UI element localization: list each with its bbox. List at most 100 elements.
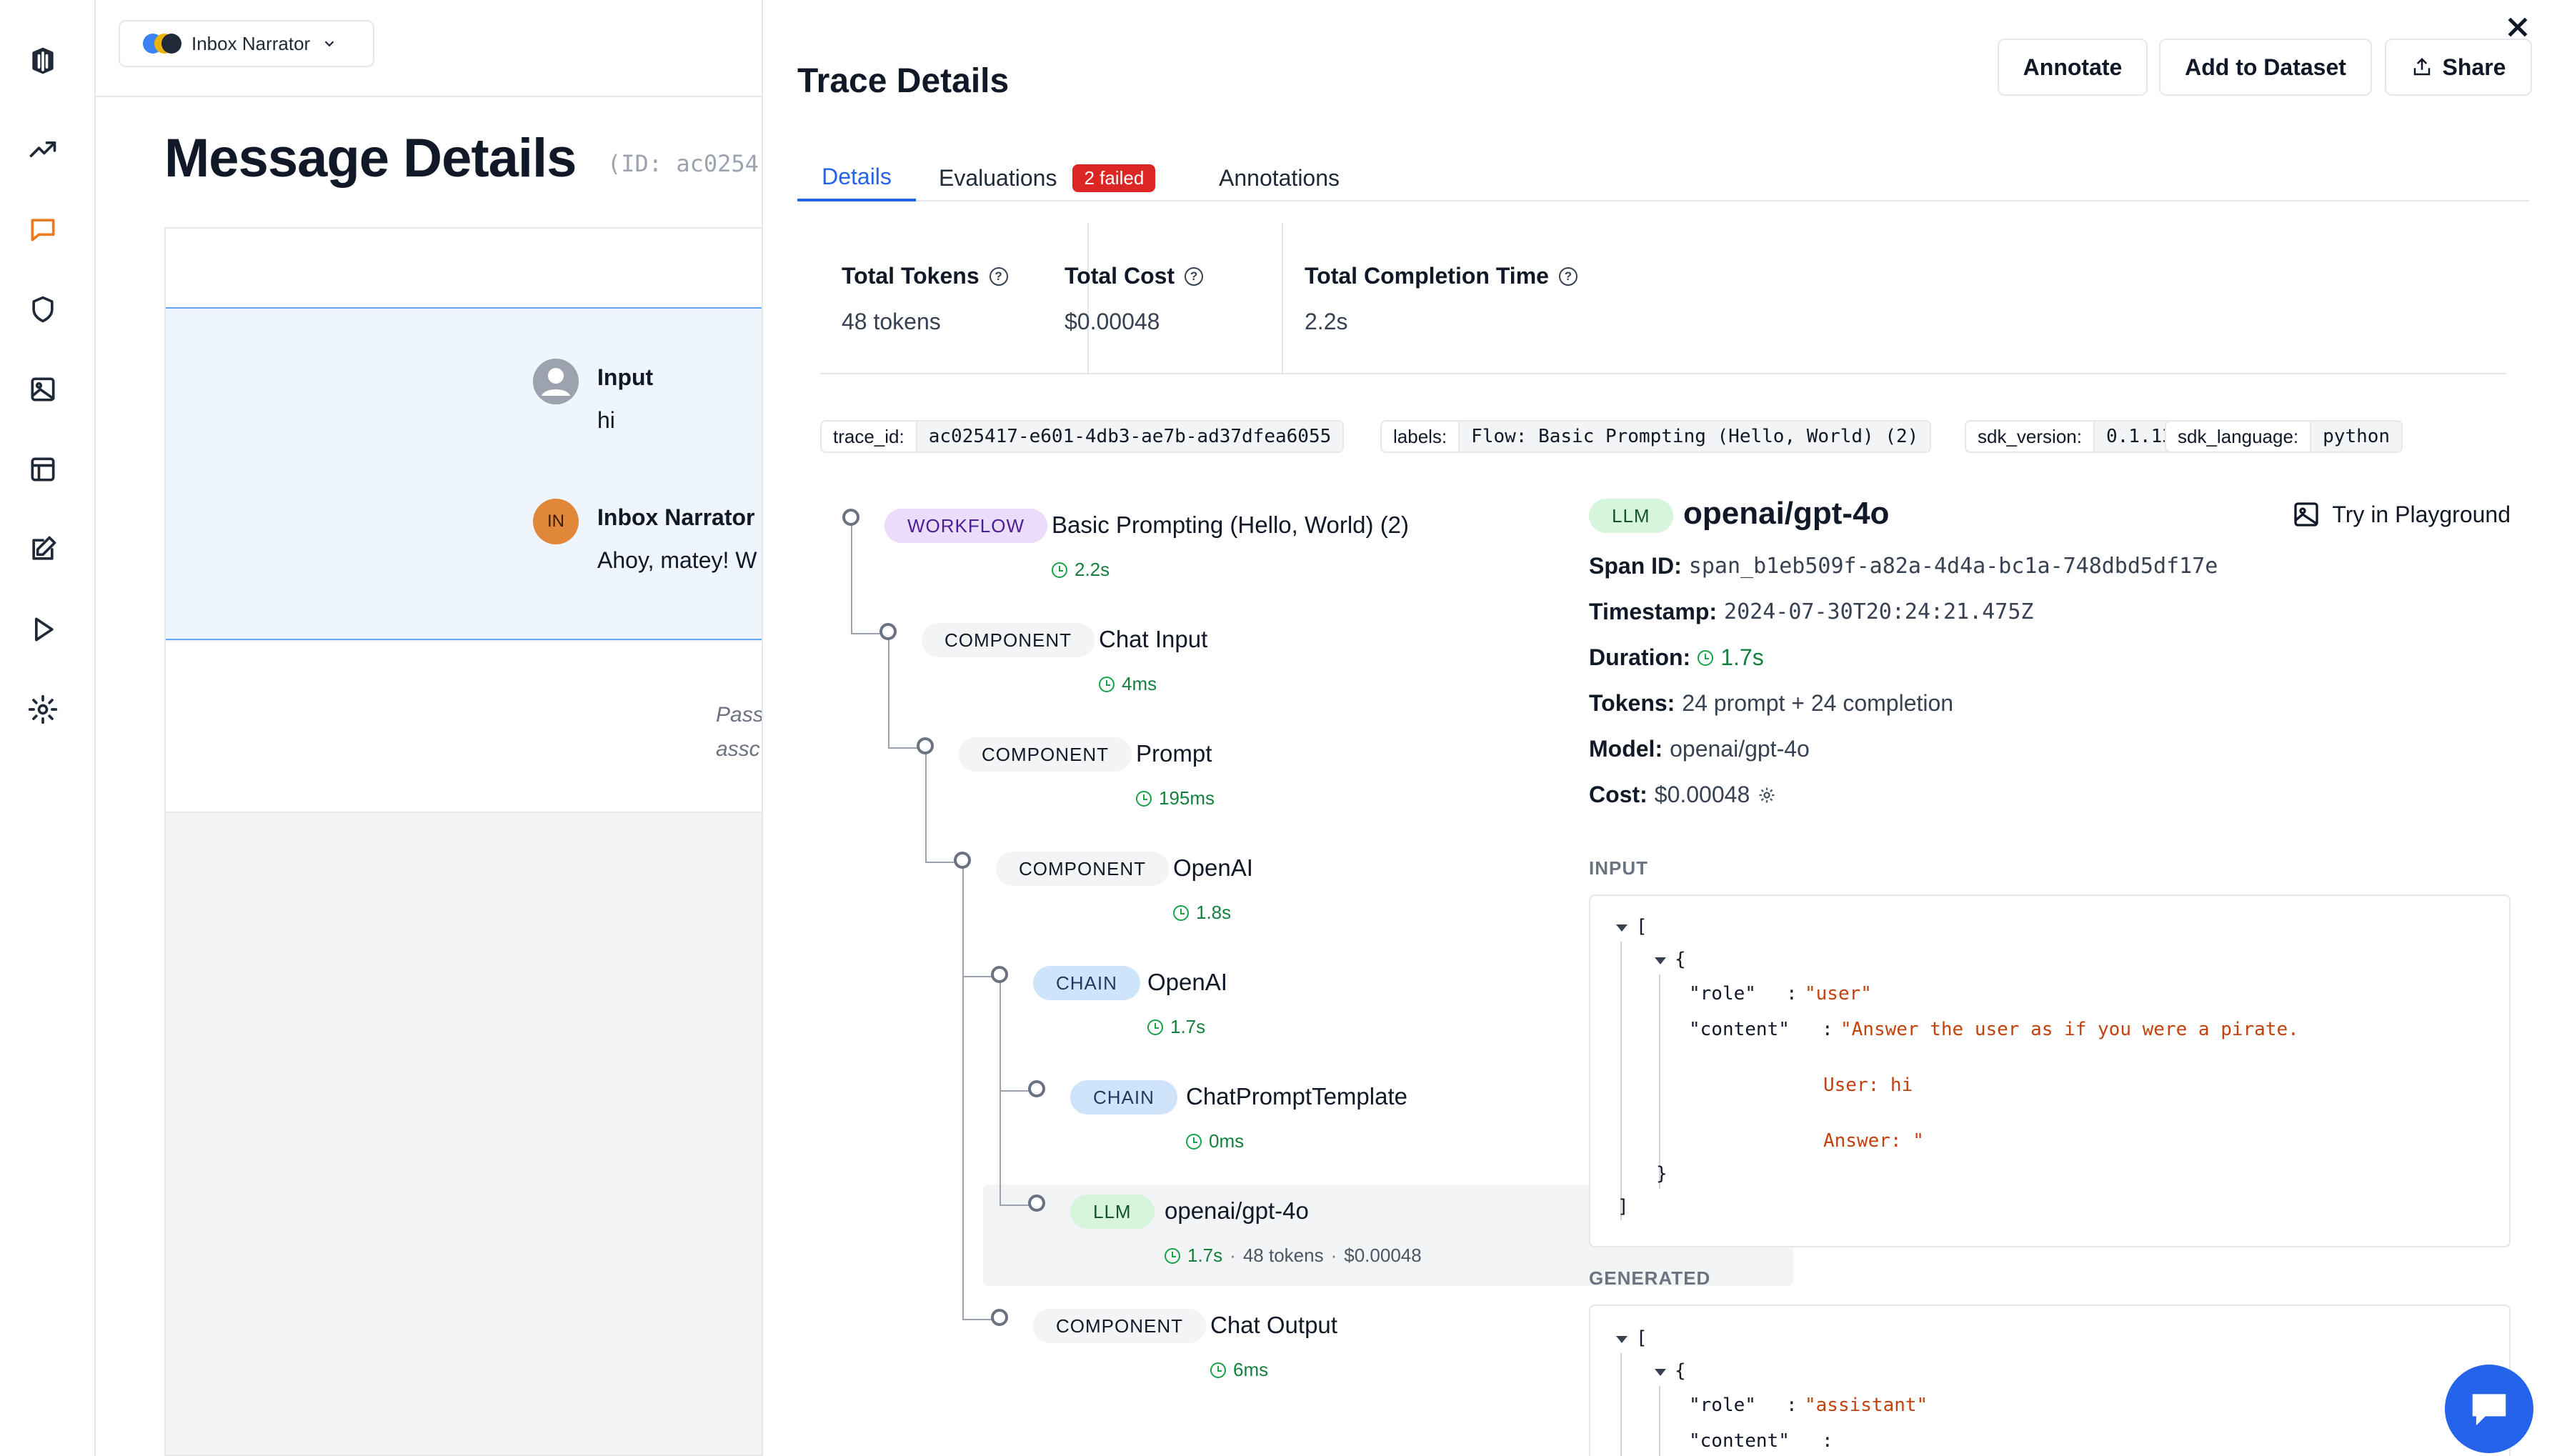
clock-icon (1147, 1019, 1163, 1035)
generated-json-viewer: [ { "role" : "assistant" "content" : (1589, 1305, 2511, 1456)
span-type-badge: COMPONENT (959, 737, 1132, 772)
span-name[interactable]: ChatPromptTemplate (1186, 1083, 1407, 1110)
span-meta: 1.8s (1173, 902, 1231, 924)
tab-label: Annotations (1219, 164, 1340, 191)
span-meta: 195ms (1136, 787, 1215, 809)
duration-row: Duration: 1.7s (1589, 644, 1764, 671)
passage-line: Pass (716, 703, 764, 727)
share-button[interactable]: Share (2385, 39, 2532, 96)
span-name[interactable]: Basic Prompting (Hello, World) (2) (1052, 512, 1409, 539)
clock-icon (1165, 1247, 1180, 1264)
json-token: [ (1636, 1327, 1648, 1349)
span-cost: $0.00048 (1344, 1245, 1422, 1266)
message-text: hi (597, 407, 615, 433)
clock-icon (1173, 904, 1189, 921)
tab-annotations[interactable]: Annotations (1219, 154, 1340, 201)
passage-line: assc (716, 737, 760, 761)
span-name[interactable]: Prompt (1136, 740, 1212, 767)
collapse-toggle-icon[interactable] (1655, 957, 1666, 964)
tree-node-dot[interactable] (917, 737, 934, 754)
span-type-badge: CHAIN (1033, 966, 1140, 1000)
tree-node-dot[interactable] (1028, 1080, 1045, 1097)
tab-label: Evaluations (939, 164, 1057, 191)
tree-connector (962, 1319, 994, 1320)
tree-node-dot[interactable] (991, 1309, 1008, 1326)
clock-icon (1136, 790, 1152, 807)
annotate-button[interactable]: Annotate (1998, 39, 2148, 96)
span-duration: 6ms (1233, 1359, 1269, 1380)
json-token: } (1656, 1163, 1668, 1185)
tree-connector (925, 862, 957, 863)
span-type-badge: COMPONENT (996, 852, 1169, 886)
json-token: { (1675, 949, 1686, 970)
meta-chip-sdk-version: sdk_version: 0.1.13 (1965, 420, 2186, 453)
collapse-toggle-icon[interactable] (1616, 1336, 1628, 1343)
tree-node-dot[interactable] (991, 966, 1008, 983)
tree-node-dot[interactable] (879, 623, 897, 640)
stat-label: Total Tokens (842, 263, 980, 289)
help-icon[interactable]: ? (1185, 266, 1204, 286)
collapse-toggle-icon[interactable] (1655, 1369, 1666, 1376)
tree-connector (888, 632, 889, 747)
span-duration: 195ms (1159, 787, 1215, 809)
meta-chip-sdk-language: sdk_language: python (2165, 420, 2403, 453)
image-icon[interactable] (25, 372, 61, 407)
collapse-toggle-icon[interactable] (1616, 924, 1628, 932)
edit-icon[interactable] (25, 532, 61, 567)
span-duration: 4ms (1122, 673, 1157, 694)
span-meta: 4ms (1099, 673, 1157, 695)
try-in-playground-button[interactable]: Try in Playground (2292, 500, 2511, 529)
share-icon (2413, 57, 2430, 76)
span-name[interactable]: OpenAI (1173, 854, 1253, 882)
tokens-row: Tokens: 24 prompt + 24 completion (1589, 690, 1953, 717)
project-selector[interactable]: Inbox Narrator (119, 20, 374, 67)
app-logo-icon[interactable] (25, 43, 61, 79)
tab-details[interactable]: Details (797, 154, 916, 201)
tree-connector (851, 517, 852, 633)
stat-value: 48 tokens (842, 309, 941, 334)
chat-widget-button[interactable] (2445, 1365, 2533, 1453)
json-token: { (1675, 1360, 1686, 1382)
tab-evaluations[interactable]: Evaluations 2 failed (939, 154, 1156, 201)
gear-icon[interactable] (25, 692, 61, 727)
meta-value: Flow: Basic Prompting (Hello, World) (2) (1458, 422, 1930, 452)
chat-bubble-icon (2472, 1394, 2506, 1426)
span-duration: 1.7s (1187, 1245, 1223, 1266)
tree-node-dot[interactable] (954, 852, 971, 869)
shield-icon[interactable] (25, 291, 61, 327)
play-icon[interactable] (25, 612, 61, 647)
generated-section-label: GENERATED (1589, 1267, 1711, 1289)
json-string: "Answer the user as if you were a pirate… (1840, 1019, 2299, 1040)
json-colon: : (1786, 1395, 1798, 1416)
help-icon[interactable]: ? (989, 266, 1008, 286)
tree-node-dot[interactable] (842, 509, 859, 526)
tree-connector (1000, 1090, 1031, 1092)
tree-connector (1000, 1205, 1031, 1206)
span-name[interactable]: Chat Output (1210, 1312, 1337, 1339)
span-name[interactable]: OpenAI (1147, 969, 1227, 996)
timestamp-row: Timestamp: 2024-07-30T20:24:21.475Z (1589, 599, 2034, 625)
span-meta: 2.2s (1052, 559, 1110, 581)
help-icon[interactable]: ? (1558, 266, 1577, 286)
json-guide (1620, 1353, 1622, 1456)
json-key: "role" (1689, 1395, 1756, 1416)
stat-total-cost: Total Cost? $0.00048 (1065, 223, 1257, 374)
trending-icon[interactable] (25, 131, 61, 167)
span-name[interactable]: openai/gpt-4o (1165, 1197, 1309, 1225)
gear-icon[interactable] (1757, 785, 1777, 805)
span-tokens: 48 tokens (1242, 1245, 1324, 1266)
span-type-badge: WORKFLOW (884, 509, 1047, 543)
messages-icon[interactable] (25, 211, 61, 247)
json-colon: : (1786, 983, 1798, 1004)
tree-node-dot[interactable] (1028, 1195, 1045, 1212)
span-name[interactable]: Chat Input (1099, 626, 1207, 653)
span-id-row: Span ID: span_b1eb509f-a82a-4d4a-bc1a-748… (1589, 553, 2218, 579)
close-icon[interactable] (2503, 13, 2532, 41)
clock-icon (1099, 676, 1115, 692)
add-to-dataset-button[interactable]: Add to Dataset (2159, 39, 2372, 96)
model-value: openai/gpt-4o (1670, 736, 1810, 762)
drawer-title: Trace Details (797, 62, 1010, 100)
trace-details-drawer: Trace Details Annotate Add to Dataset Sh… (762, 0, 2552, 1456)
json-guide (1659, 974, 1660, 1189)
table-icon[interactable] (25, 452, 61, 487)
